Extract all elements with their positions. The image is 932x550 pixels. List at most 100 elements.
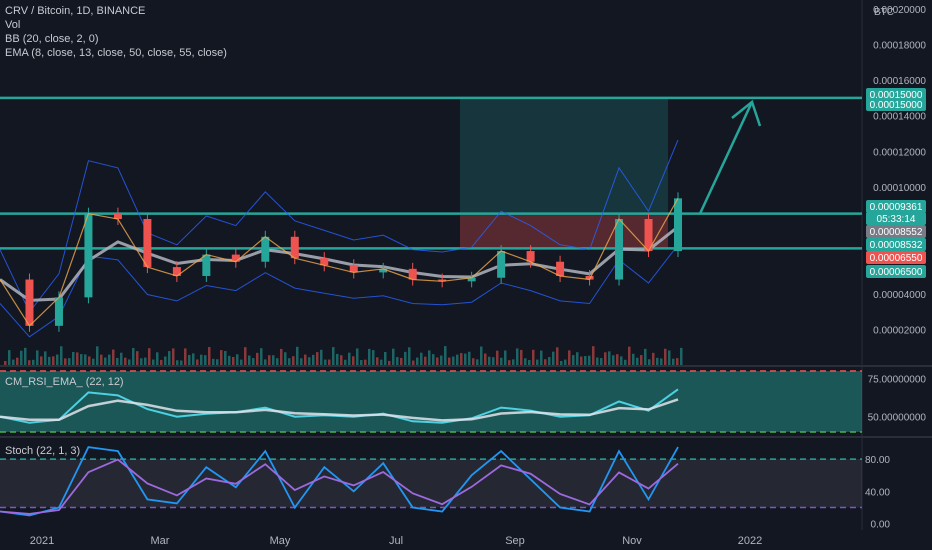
volume-bar — [548, 357, 551, 365]
candle-body — [25, 279, 34, 326]
volume-bar — [568, 350, 571, 365]
volume-bar — [376, 357, 379, 365]
x-tick-label: May — [270, 535, 291, 547]
volume-bar — [344, 359, 347, 365]
volume-bar — [92, 358, 95, 365]
volume-bar — [564, 359, 567, 365]
y-tick-label: 0.00014000 — [873, 112, 926, 123]
volume-bar — [232, 357, 235, 365]
volume-bar — [572, 355, 575, 365]
volume-bar — [144, 357, 147, 365]
bollinger-legend[interactable]: BB (20, close, 2, 0) — [5, 32, 99, 46]
volume-bar — [192, 353, 195, 365]
volume-bar — [28, 360, 31, 365]
volume-bar — [416, 357, 419, 365]
volume-bar — [576, 352, 579, 365]
y-tick-label: 0.00010000 — [873, 183, 926, 194]
volume-bar — [140, 358, 143, 365]
volume-bar — [560, 360, 563, 365]
price-label-text: 0.00015000 — [870, 100, 923, 111]
projection-arrow — [698, 101, 754, 215]
volume-bar — [388, 360, 391, 365]
price-label-text: 0.00008532 — [870, 240, 923, 251]
volume-bar — [636, 357, 639, 365]
volume-bar — [580, 356, 583, 365]
volume-bar — [276, 358, 279, 365]
volume-bar — [180, 360, 183, 365]
candle-body — [84, 213, 93, 298]
volume-bar — [608, 351, 611, 365]
volume-bar — [152, 359, 155, 365]
volume-bar — [16, 357, 19, 365]
volume-bar — [196, 359, 199, 365]
volume-bar — [664, 348, 667, 365]
stoch-tick-label: 0.00 — [871, 520, 891, 531]
volume-bar — [660, 358, 663, 365]
volume-bar — [132, 348, 135, 365]
ema-legend[interactable]: EMA (8, close, 13, close, 50, close, 55,… — [5, 46, 227, 60]
volume-bar — [652, 352, 655, 365]
volume-bar — [456, 354, 459, 365]
volume-bar — [168, 351, 171, 365]
volume-bar — [340, 355, 343, 365]
volume-bar — [368, 348, 371, 365]
volume-bar — [592, 346, 595, 365]
candle-body — [54, 297, 63, 326]
candle-body — [556, 261, 565, 276]
volume-bar — [176, 360, 179, 365]
volume-bar — [420, 352, 423, 365]
volume-bar — [628, 346, 631, 365]
volume-bar — [528, 360, 531, 365]
volume-bar — [72, 351, 75, 365]
volume-bar — [32, 359, 35, 365]
volume-bar — [656, 357, 659, 365]
volume-bar — [500, 357, 503, 365]
volume-bar — [392, 348, 395, 365]
candle-body — [674, 198, 682, 252]
volume-bar — [56, 354, 59, 365]
chart-canvas[interactable]: 0.000200000.000180000.000160000.00014000… — [0, 0, 932, 550]
volume-bar — [556, 347, 559, 365]
volume-bar — [512, 359, 515, 365]
volume-bar — [76, 352, 79, 365]
volume-bar — [620, 356, 623, 365]
volume-bar — [44, 351, 47, 365]
x-tick-label: Sep — [505, 535, 525, 547]
volume-bar — [484, 353, 487, 365]
y-tick-label: 0.00016000 — [873, 76, 926, 87]
volume-bar — [260, 348, 263, 365]
y-tick-label: 0.00012000 — [873, 147, 926, 158]
volume-bar — [296, 346, 299, 365]
volume-bar — [212, 358, 215, 365]
volume-bar — [464, 353, 467, 365]
volume-bar — [208, 347, 211, 365]
volume-bar — [160, 359, 163, 365]
volume-bar — [8, 350, 11, 365]
volume-bar — [220, 350, 223, 365]
volume-bar — [40, 356, 43, 365]
volume-bar — [280, 348, 283, 365]
volume-bar — [480, 346, 483, 365]
volume-bar — [24, 347, 27, 365]
volume-bar — [68, 358, 71, 365]
chart-window: 0.00020000 0.00018000 0.00016000 0.00014000… — [0, 0, 932, 550]
volume-bar — [468, 351, 471, 365]
volume-bar — [348, 352, 351, 365]
volume-bar — [252, 358, 255, 365]
stoch-pane-label[interactable]: Stoch (22, 1, 3) — [5, 445, 80, 457]
volume-bar — [304, 354, 307, 365]
volume-bar — [604, 352, 607, 365]
volume-bar — [116, 357, 119, 365]
volume-bar — [352, 356, 355, 365]
volume-bar — [644, 348, 647, 365]
volume-legend[interactable]: Vol — [5, 18, 20, 32]
volume-bar — [448, 357, 451, 365]
rsi-pane-label[interactable]: CM_RSI_EMA_ (22, 12) — [5, 376, 124, 388]
volume-bar — [204, 355, 207, 365]
profit-zone — [460, 97, 668, 214]
chart-title[interactable]: CRV / Bitcoin, 1D, BINANCE — [5, 4, 145, 18]
volume-bar — [336, 353, 339, 365]
volume-bar — [424, 356, 427, 365]
volume-bar — [320, 349, 323, 365]
volume-bar — [524, 358, 527, 365]
